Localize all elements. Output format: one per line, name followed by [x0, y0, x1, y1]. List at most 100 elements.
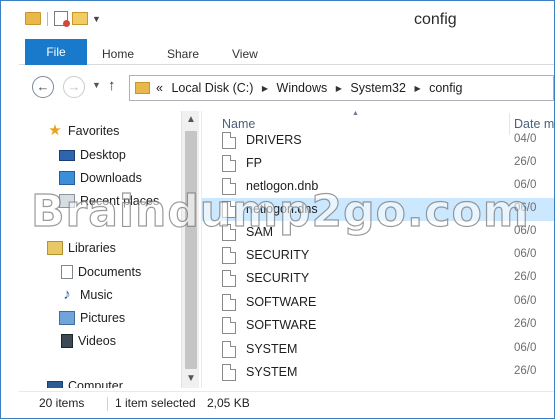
breadcrumb-system32[interactable]: System32 [350, 81, 406, 95]
nav-label: Libraries [68, 241, 116, 255]
file-icon [222, 294, 236, 311]
file-icon [222, 247, 236, 264]
scrollbar-thumb[interactable] [185, 131, 197, 369]
nav-music[interactable]: ♪ Music [59, 285, 113, 305]
nav-computer[interactable]: Computer [47, 376, 123, 388]
quick-access-toolbar: ▼ [25, 11, 101, 27]
file-icon [222, 132, 236, 149]
tab-file[interactable]: File [25, 39, 87, 65]
file-date: 06/0 [514, 225, 537, 237]
breadcrumb: « Local Disk (C:) ▶ Windows ▶ System32 ▶… [156, 81, 467, 95]
file-row[interactable]: FP 26/0 [202, 152, 554, 175]
toolbar-divider [47, 11, 48, 26]
file-icon [222, 364, 236, 381]
file-row[interactable]: netlogon.dnb 06/0 [202, 175, 554, 198]
file-date: 06/0 [514, 295, 537, 307]
navigation-scrollbar[interactable]: ▲ ▼ [181, 111, 199, 388]
music-icon: ♪ [63, 286, 71, 303]
explorer-window: ▼ config File Home Share View ← → ▼ ↑ « … [0, 0, 555, 419]
status-item-count: 20 items [39, 396, 85, 410]
file-icon [222, 155, 236, 172]
nav-label: Music [80, 288, 113, 302]
file-list: ▲ Name Date m DRIVERS 04/0 FP 26/0 netlo… [201, 111, 554, 388]
up-button[interactable]: ↑ [108, 77, 116, 94]
file-row[interactable]: DRIVERS 04/0 [202, 129, 554, 152]
file-date: 04/0 [514, 133, 537, 145]
breadcrumb-windows[interactable]: Windows [277, 81, 328, 95]
file-row[interactable]: SOFTWARE 26/0 [202, 314, 554, 337]
sort-ascending-icon: ▲ [352, 111, 359, 117]
chevron-right-icon[interactable]: ▶ [336, 84, 342, 93]
folder-icon [25, 12, 41, 25]
file-icon [222, 201, 236, 218]
file-date: 26/0 [514, 365, 537, 377]
new-folder-icon[interactable] [72, 12, 88, 25]
file-name: SOFTWARE [246, 318, 317, 332]
nav-label: Pictures [80, 311, 126, 325]
scroll-up-icon[interactable]: ▲ [184, 113, 198, 127]
file-row[interactable]: SYSTEM 26/0 [202, 361, 554, 384]
nav-documents[interactable]: Documents [61, 262, 141, 282]
tab-share[interactable]: Share [167, 39, 199, 65]
downloads-icon [59, 171, 75, 185]
tab-view[interactable]: View [232, 39, 258, 65]
file-name: SYSTEM [246, 365, 298, 379]
properties-icon[interactable] [54, 11, 70, 27]
file-row[interactable]: SECURITY 26/0 [202, 267, 554, 290]
file-name: netlogon.dns [246, 202, 318, 216]
nav-desktop[interactable]: Desktop [59, 145, 126, 165]
nav-label: Documents [78, 265, 142, 279]
file-date: 26/0 [514, 271, 537, 283]
file-row-selected[interactable]: netlogon.dns 06/0 [202, 198, 554, 221]
file-icon [222, 270, 236, 287]
status-divider [107, 397, 108, 411]
computer-icon [47, 381, 63, 388]
back-button[interactable]: ← [32, 76, 54, 98]
file-date: 06/0 [514, 179, 537, 191]
recent-locations-button[interactable]: ▼ [92, 80, 101, 90]
file-name: SAM [246, 225, 274, 239]
file-name: SYSTEM [246, 342, 298, 356]
file-row[interactable]: SYSTEM 06/0 [202, 338, 554, 361]
chevron-down-icon[interactable]: ▼ [92, 14, 101, 24]
ribbon-tabs: File Home Share View [19, 39, 554, 65]
nav-label: Downloads [80, 171, 142, 185]
file-name: SECURITY [246, 248, 310, 262]
address-bar[interactable]: « Local Disk (C:) ▶ Windows ▶ System32 ▶… [129, 75, 554, 101]
file-row[interactable]: SOFTWARE 06/0 [202, 291, 554, 314]
nav-videos[interactable]: Videos [61, 331, 116, 351]
nav-label: Desktop [80, 148, 126, 162]
file-date: 26/0 [514, 156, 537, 168]
forward-button[interactable]: → [63, 76, 85, 98]
file-date: 06/0 [514, 248, 537, 260]
nav-label: Computer [68, 379, 123, 388]
nav-recent-places[interactable]: Recent places [59, 191, 159, 211]
file-date: 06/0 [514, 202, 537, 214]
file-row[interactable]: SAM 06/0 [202, 221, 554, 244]
breadcrumb-overflow[interactable]: « [156, 81, 163, 95]
file-date: 26/0 [514, 318, 537, 330]
scroll-down-icon[interactable]: ▼ [184, 372, 198, 386]
file-row[interactable]: SECURITY 06/0 [202, 244, 554, 267]
status-selection: 1 item selected [115, 396, 196, 410]
navigation-pane: ★ Favorites Desktop Downloads Recent pla… [19, 111, 199, 388]
file-name: DRIVERS [246, 133, 302, 147]
videos-icon [61, 334, 73, 348]
chevron-right-icon[interactable]: ▶ [262, 84, 268, 93]
status-bar: 20 items 1 item selected 2,05 KB [19, 391, 554, 415]
file-icon [222, 317, 236, 334]
nav-libraries[interactable]: Libraries [47, 238, 116, 258]
nav-favorites[interactable]: ★ Favorites [47, 121, 119, 141]
nav-label: Videos [78, 334, 116, 348]
tab-home[interactable]: Home [102, 39, 134, 65]
breadcrumb-local-disk[interactable]: Local Disk (C:) [171, 81, 253, 95]
breadcrumb-config[interactable]: config [429, 81, 462, 95]
folder-icon [135, 82, 150, 94]
nav-downloads[interactable]: Downloads [59, 168, 142, 188]
chevron-right-icon[interactable]: ▶ [414, 84, 420, 93]
navigation-row: ← → ▼ ↑ « Local Disk (C:) ▶ Windows ▶ Sy… [19, 71, 554, 105]
desktop-icon [59, 149, 75, 161]
nav-pictures[interactable]: Pictures [59, 308, 125, 328]
file-name: FP [246, 156, 262, 170]
status-size: 2,05 KB [207, 396, 250, 410]
